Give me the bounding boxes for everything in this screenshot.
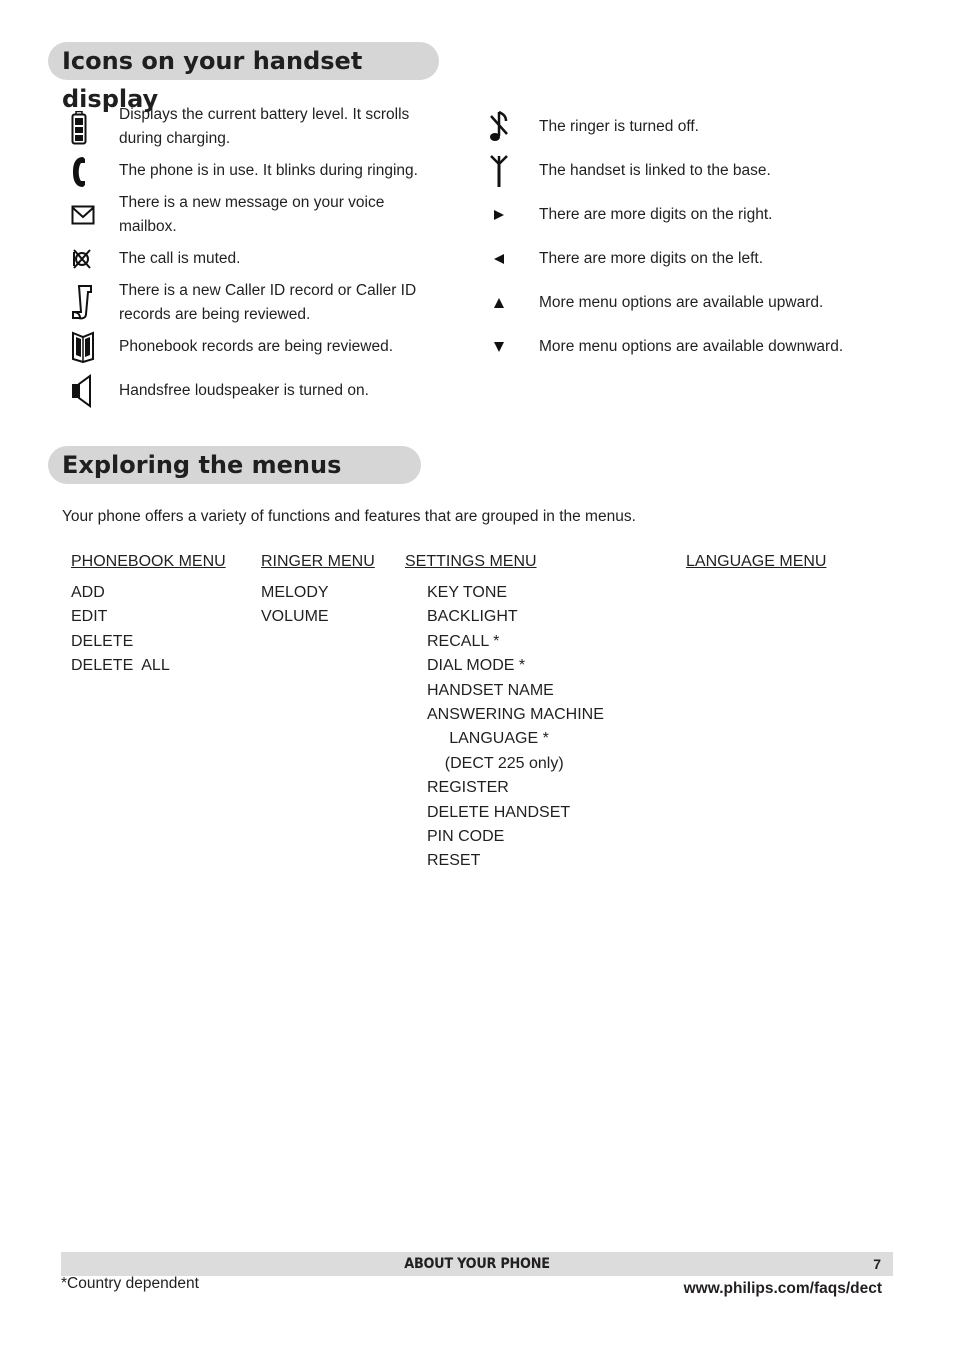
- menu-item: LANGUAGE *: [427, 730, 549, 748]
- footnote: *Country dependent: [61, 1275, 199, 1292]
- menu-item: RECALL *: [427, 632, 500, 650]
- antenna-icon: [488, 154, 510, 188]
- phonebook-icon: [70, 330, 96, 364]
- icon-desc: There is a new Caller ID record or Calle…: [119, 282, 417, 323]
- menu-heading-language: LANGUAGE MENU: [686, 553, 827, 570]
- menu-item: ANSWERING MACHINE: [427, 706, 604, 724]
- icon-desc: Phonebook records are being reviewed.: [119, 338, 394, 355]
- phone-handset-icon: [68, 155, 90, 189]
- menu-item: (DECT 225 only): [427, 754, 564, 772]
- menu-item: KEY TONE: [427, 584, 508, 601]
- battery-icon: [68, 110, 90, 146]
- menu-item: MELODY: [261, 584, 329, 601]
- menu-heading-ringer: RINGER MENU: [261, 553, 375, 570]
- menu-item: RESET: [427, 852, 481, 870]
- arrow-right-icon: [492, 208, 506, 222]
- icon-desc: There is a new message on your voice mai…: [119, 194, 385, 235]
- section-title-icons: Icons on your handset display: [48, 42, 439, 113]
- icon-desc: Displays the current battery level. It s…: [119, 106, 410, 147]
- menus-intro: Your phone offers a variety of functions…: [62, 508, 636, 525]
- menu-item: BACKLIGHT: [427, 608, 518, 626]
- icon-desc: Handsfree loudspeaker is turned on.: [119, 382, 369, 399]
- menu-item: VOLUME: [261, 608, 329, 626]
- section-title-menus: Exploring the menus: [48, 446, 421, 484]
- menu-item: PIN CODE: [427, 828, 505, 846]
- menu-item: HANDSET NAME: [427, 681, 554, 699]
- menu-list-phonebook: ADD EDIT DELETE DELETE ALL: [71, 581, 170, 679]
- envelope-icon: [70, 203, 96, 227]
- menu-list-ringer: MELODY VOLUME: [261, 581, 329, 630]
- speaker-icon: [70, 374, 94, 408]
- arrow-down-icon: [492, 340, 506, 354]
- ringer-off-icon: [488, 110, 510, 144]
- footer-section-title: ABOUT YOUR PHONE: [404, 1256, 550, 1272]
- icon-desc: The ringer is turned off.: [539, 118, 699, 135]
- icon-desc: There are more digits on the left.: [539, 250, 764, 267]
- menu-item: DELETE ALL: [71, 657, 170, 675]
- mute-icon: [70, 248, 94, 270]
- scroll-icon: [70, 283, 96, 321]
- menu-heading-phonebook: PHONEBOOK MENU: [71, 553, 226, 570]
- menu-list-settings: KEY TONE BACKLIGHT RECALL * DIAL MODE * …: [427, 581, 604, 874]
- menu-item: EDIT: [71, 608, 108, 626]
- icon-desc: More menu options are available downward…: [539, 338, 844, 355]
- arrow-left-icon: [492, 252, 506, 266]
- menu-item: ADD: [71, 584, 105, 601]
- menu-item: DELETE: [71, 632, 134, 650]
- icon-desc: There are more digits on the right.: [539, 206, 773, 223]
- icon-desc: The handset is linked to the base.: [539, 162, 771, 179]
- menu-heading-settings: SETTINGS MENU: [405, 553, 537, 570]
- menu-item: DIAL MODE *: [427, 657, 526, 675]
- page-number: 7: [873, 1256, 881, 1272]
- menu-item: REGISTER: [427, 779, 509, 797]
- menu-item: DELETE HANDSET: [427, 803, 571, 821]
- icon-desc: The phone is in use. It blinks during ri…: [119, 162, 418, 179]
- icon-desc: The call is muted.: [119, 250, 241, 267]
- icon-desc: More menu options are available upward.: [539, 294, 824, 311]
- footer-url: www.philips.com/faqs/dect: [683, 1280, 882, 1297]
- arrow-up-icon: [492, 296, 506, 310]
